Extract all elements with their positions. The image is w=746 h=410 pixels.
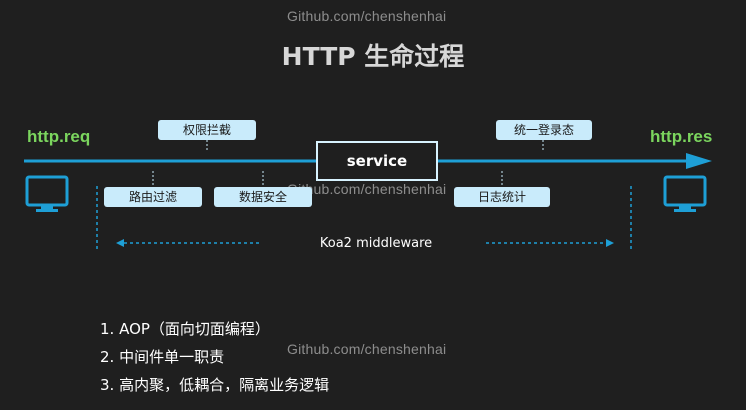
service-box: service (316, 141, 438, 181)
list-item: 3. 高内聚，低耦合，隔离业务逻辑 (100, 376, 330, 394)
tag-route-filter: 路由过滤 (104, 187, 202, 207)
arrow-head (686, 153, 712, 169)
middleware-label: Koa2 middleware (319, 236, 433, 251)
middleware-arrow-right-head (606, 239, 614, 247)
monitor-icon (663, 175, 707, 212)
tag-permission-intercept: 权限拦截 (158, 120, 256, 140)
monitor-icon (25, 175, 69, 212)
middleware-arrow-left-head (116, 239, 124, 247)
http-res-label: http.res (650, 127, 713, 146)
list-item: 2. 中间件单一职责 (100, 348, 225, 366)
tag-unified-login: 统一登录态 (496, 120, 592, 140)
list-item: 1. AOP（面向切面编程） (100, 320, 270, 338)
tag-log-statistics: 日志统计 (454, 187, 550, 207)
tag-data-security: 数据安全 (214, 187, 312, 207)
watermark-bottom: Github.com/chenshenhai (287, 341, 447, 357)
http-req-label: http.req (27, 127, 91, 146)
